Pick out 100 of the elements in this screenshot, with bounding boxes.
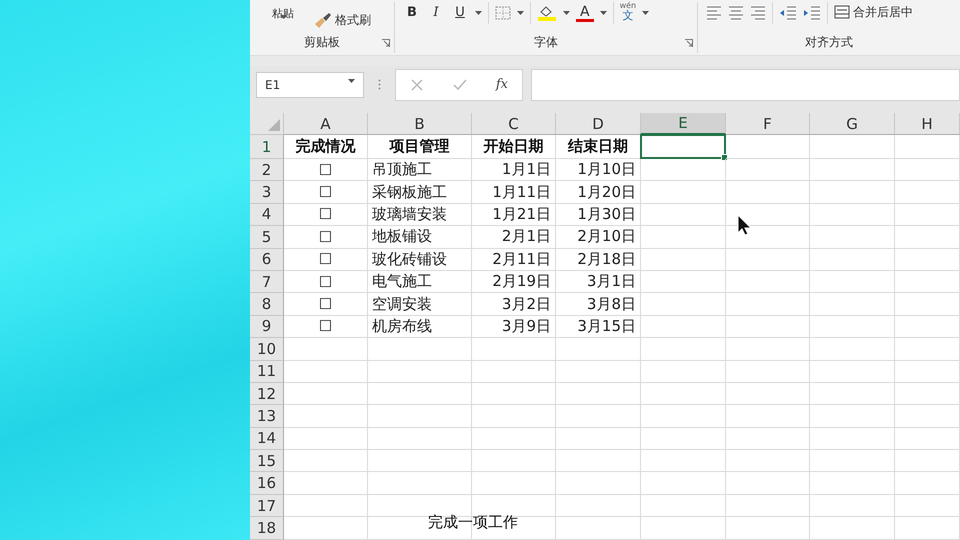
italic-button[interactable]: I xyxy=(427,4,445,20)
row-header[interactable]: 6 xyxy=(250,248,284,271)
row-header[interactable]: 18 xyxy=(250,517,284,540)
table-cell[interactable]: 3月1日 xyxy=(556,270,641,294)
row-header[interactable]: 3 xyxy=(250,181,284,204)
column-header[interactable]: D xyxy=(556,113,641,135)
row-header[interactable]: 9 xyxy=(250,316,284,338)
table-cell[interactable]: 电气施工 xyxy=(368,270,472,294)
table-cell[interactable]: ☐ xyxy=(284,181,368,204)
caret-icon xyxy=(563,11,570,15)
column-header[interactable]: B xyxy=(368,113,472,135)
caret-icon xyxy=(517,11,524,15)
row-header[interactable]: 10 xyxy=(250,338,284,361)
column-header[interactable]: C xyxy=(472,113,556,135)
group-label: 对齐方式 xyxy=(805,34,853,50)
close-icon xyxy=(410,78,424,92)
row-header[interactable]: 7 xyxy=(250,270,284,294)
table-cell[interactable]: 2月10日 xyxy=(556,226,641,249)
table-cell[interactable]: 开始日期 xyxy=(472,135,556,159)
row-header[interactable]: 2 xyxy=(250,159,284,182)
row-header[interactable]: 16 xyxy=(250,472,284,495)
row-header[interactable]: 11 xyxy=(250,360,284,383)
table-cell[interactable]: ☐ xyxy=(284,270,368,294)
table-cell[interactable]: 机房布线 xyxy=(368,316,472,338)
group-label: 字体 xyxy=(534,34,558,50)
paintbrush-icon xyxy=(314,12,332,28)
column-header[interactable]: H xyxy=(895,113,960,135)
group-label: 剪贴板 xyxy=(304,34,340,50)
row-header[interactable]: 14 xyxy=(250,428,284,450)
table-cell[interactable]: 采钢板施工 xyxy=(368,181,472,204)
table-cell[interactable]: ☐ xyxy=(284,159,368,182)
row-header[interactable]: 8 xyxy=(250,293,284,316)
table-cell[interactable]: 玻化砖铺设 xyxy=(368,248,472,271)
increase-indent-icon xyxy=(803,5,821,21)
align-center-icon xyxy=(728,5,744,21)
row-header[interactable]: 13 xyxy=(250,405,284,428)
format-painter-button[interactable]: 格式刷 xyxy=(314,12,371,28)
table-cell[interactable]: 2月18日 xyxy=(556,248,641,271)
fill-color-icon xyxy=(537,5,557,21)
table-cell[interactable]: 空调安装 xyxy=(368,293,472,316)
bold-button[interactable]: B xyxy=(403,4,421,20)
table-cell[interactable]: ☐ xyxy=(284,316,368,338)
column-header[interactable]: G xyxy=(810,113,895,135)
table-cell[interactable]: ☐ xyxy=(284,293,368,316)
table-cell[interactable]: 2月11日 xyxy=(472,248,556,271)
insert-function-button[interactable]: fx xyxy=(496,77,508,92)
name-box[interactable]: E1 xyxy=(256,72,364,98)
table-cell[interactable]: 1月30日 xyxy=(556,204,641,226)
name-box-value: E1 xyxy=(265,78,280,92)
column-header[interactable]: E xyxy=(641,113,726,135)
merge-cells-icon xyxy=(834,5,850,19)
column-header[interactable]: A xyxy=(284,113,368,135)
caret-icon xyxy=(475,11,482,15)
table-cell[interactable]: 2月1日 xyxy=(472,226,556,249)
select-all-icon xyxy=(268,119,280,131)
table-cell[interactable]: ☐ xyxy=(284,248,368,271)
table-cell[interactable]: 1月20日 xyxy=(556,181,641,204)
formula-input[interactable] xyxy=(531,68,960,100)
row-header[interactable]: 12 xyxy=(250,382,284,406)
grip-icon xyxy=(378,79,381,90)
row-header[interactable]: 5 xyxy=(250,226,284,249)
column-header[interactable]: F xyxy=(726,113,810,135)
table-cell[interactable]: 2月19日 xyxy=(472,270,556,294)
video-caption: 完成一项工作 xyxy=(428,513,518,532)
merge-center-button[interactable]: 合并后居中 xyxy=(834,4,913,20)
table-cell[interactable]: 1月11日 xyxy=(472,181,556,204)
phonetic-button[interactable]: wén 文 xyxy=(620,0,636,22)
table-cell[interactable]: 3月8日 xyxy=(556,293,641,316)
row-header[interactable]: 4 xyxy=(250,204,284,226)
table-cell[interactable]: 3月15日 xyxy=(556,316,641,338)
table-cell[interactable]: 3月2日 xyxy=(472,293,556,316)
check-icon xyxy=(452,78,468,92)
row-header[interactable]: 1 xyxy=(250,135,284,159)
dialog-launcher-icon xyxy=(382,39,390,47)
table-cell[interactable]: ☐ xyxy=(284,204,368,226)
table-cell[interactable]: 吊顶施工 xyxy=(368,159,472,182)
table-cell[interactable]: 结束日期 xyxy=(556,135,641,159)
align-right-icon xyxy=(750,5,766,21)
table-cell[interactable]: 1月10日 xyxy=(556,159,641,182)
mouse-pointer-icon xyxy=(737,214,751,236)
caret-icon xyxy=(600,11,607,15)
row-header[interactable]: 17 xyxy=(250,494,284,518)
table-cell[interactable]: 3月9日 xyxy=(472,316,556,338)
dialog-launcher-icon xyxy=(685,39,693,47)
table-cell[interactable]: 1月1日 xyxy=(472,159,556,182)
caret-icon xyxy=(348,78,355,82)
table-cell[interactable]: 项目管理 xyxy=(368,135,472,159)
borders-icon xyxy=(495,6,511,20)
phonetic-pinyin: wén xyxy=(620,0,636,10)
table-cell[interactable]: 玻璃墙安装 xyxy=(368,204,472,226)
table-cell[interactable]: 1月21日 xyxy=(472,204,556,226)
table-cell[interactable]: 地板铺设 xyxy=(368,226,472,249)
row-header[interactable]: 15 xyxy=(250,450,284,472)
phonetic-character: 文 xyxy=(622,10,634,22)
underline-button[interactable]: U xyxy=(451,4,469,20)
table-cell[interactable]: ☐ xyxy=(284,226,368,249)
table-cell[interactable]: 完成情况 xyxy=(284,135,368,159)
caret-icon xyxy=(642,11,650,15)
align-left-icon xyxy=(706,5,722,21)
font-color-button[interactable]: A xyxy=(576,4,594,22)
